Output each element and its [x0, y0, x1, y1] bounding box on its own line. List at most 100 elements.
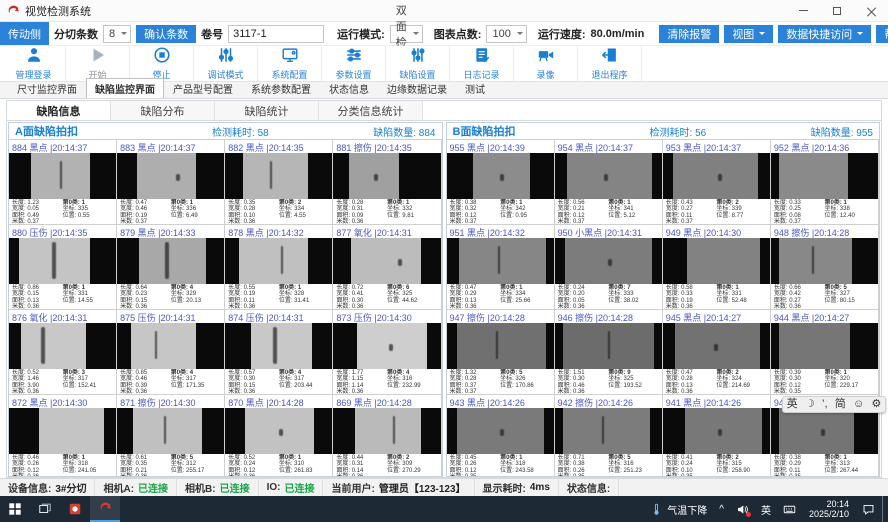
- defect-cell[interactable]: 952 黑点 |20:14:36长度: 0.33宽度: 0.25面积: 0.08…: [771, 140, 879, 225]
- defect-count: 缺陷数量: 884: [316, 124, 436, 139]
- defect-cell[interactable]: 877 氧化 |20:14:31长度: 0.72宽度: 0.41面积: 0.30…: [333, 225, 441, 310]
- roll-number-input[interactable]: [228, 25, 324, 43]
- ime-english-mode[interactable]: 英: [787, 397, 798, 412]
- defect-metrics-left: 长度: 0.56宽度: 0.21面积: 0.12米数: 0.37: [558, 200, 609, 223]
- defect-cell[interactable]: 941 黑点 |20:14:26长度: 0.41宽度: 0.24面积: 0.10…: [663, 395, 771, 477]
- view-menu-button[interactable]: 视图: [724, 25, 773, 43]
- tab-size-monitor[interactable]: 尺寸监控界面: [8, 78, 86, 98]
- slit-count-select[interactable]: 8: [103, 25, 131, 43]
- clear-alarm-button[interactable]: 清除报警: [659, 25, 719, 43]
- weather-widget[interactable]: 气温下降: [645, 496, 712, 522]
- start-button[interactable]: [0, 496, 30, 522]
- record-video-button[interactable]: 录像: [514, 46, 578, 81]
- tray-expand-button[interactable]: ^: [714, 496, 729, 522]
- taskbar-clock[interactable]: 20:14 2025/2/10: [803, 499, 855, 519]
- defect-cell[interactable]: 945 黑点 |20:14:27长度: 0.47宽度: 0.28面积: 0.13…: [663, 310, 771, 395]
- keyboard-button[interactable]: [778, 496, 801, 522]
- defect-cell[interactable]: 954 黑点 |20:14:37长度: 0.56宽度: 0.21面积: 0.12…: [555, 140, 663, 225]
- defect-cell[interactable]: 947 擦伤 |20:14:28长度: 1.32宽度: 0.28面积: 0.37…: [447, 310, 555, 395]
- defect-cell[interactable]: 883 黑点 |20:14:37长度: 0.47宽度: 0.46面积: 0.19…: [117, 140, 225, 225]
- defect-cell[interactable]: 873 压伤 |20:14:30长度: 1.77宽度: 1.15面积: 1.14…: [333, 310, 441, 395]
- defect-cell[interactable]: 880 压伤 |20:14:35长度: 0.86宽度: 0.15面积: 0.13…: [9, 225, 117, 310]
- defect-cell[interactable]: 951 黑点 |20:14:32长度: 0.47宽度: 0.29面积: 0.13…: [447, 225, 555, 310]
- volume-button[interactable]: [731, 496, 754, 522]
- defect-metrics-left: 长度: 0.47宽度: 0.29面积: 0.13米数: 0.36: [450, 285, 501, 308]
- data-quick-access-menu-button[interactable]: 数据快捷访问: [778, 25, 871, 43]
- tab-edge-data[interactable]: 边缘数据记录: [378, 78, 456, 98]
- taskbar-active-app[interactable]: [90, 496, 120, 522]
- defect-cell[interactable]: 869 黑点 |20:14:28长度: 0.44宽度: 0.31面积: 0.14…: [333, 395, 441, 477]
- debug-mode-button[interactable]: 调试模式: [194, 46, 258, 81]
- defect-cell[interactable]: 943 黑点 |20:14:26长度: 0.45宽度: 0.26面积: 0.12…: [447, 395, 555, 477]
- defect-mark: [500, 429, 504, 436]
- defect-cell[interactable]: 872 黑点 |20:14:30长度: 0.46宽度: 0.26面积: 0.12…: [9, 395, 117, 477]
- defect-cell[interactable]: 884 黑点 |20:14:37长度: 1.23宽度: 0.05面积: 0.49…: [9, 140, 117, 225]
- defect-cell[interactable]: 949 黑点 |20:14:30长度: 0.58宽度: 0.33面积: 0.19…: [663, 225, 771, 310]
- defect-settings-button[interactable]: 缺陷设置: [386, 46, 450, 81]
- exit-program-button[interactable]: 退出程序: [578, 46, 642, 81]
- defect-caption: 942 擦伤 |20:14:26: [555, 395, 662, 408]
- ime-simplified-mode[interactable]: 简: [835, 397, 846, 412]
- tab-status-info[interactable]: 状态信息: [320, 78, 378, 98]
- defect-cell[interactable]: 881 擦伤 |20:14:35长度: 0.28宽度: 0.31面积: 0.09…: [333, 140, 441, 225]
- image-dark-edge: [852, 238, 878, 284]
- tab-test[interactable]: 测试: [456, 78, 494, 98]
- defect-cell[interactable]: 955 黑点 |20:14:39长度: 0.38宽度: 0.32面积: 0.12…: [447, 140, 555, 225]
- defect-cell[interactable]: 876 氧化 |20:14:31长度: 0.52宽度: 1.46面积: 3.90…: [9, 310, 117, 395]
- defect-info: 长度: 0.38宽度: 0.29面积: 0.11米数: 0.35第0类: 1坐标…: [771, 454, 878, 477]
- subtab-defect-distribution[interactable]: 缺陷分布: [111, 101, 215, 120]
- action-center-button[interactable]: [857, 496, 880, 522]
- defect-image: [9, 153, 116, 199]
- minimize-button[interactable]: [786, 0, 820, 21]
- defect-cell[interactable]: 878 黑点 |20:14:32长度: 0.55宽度: 0.19面积: 0.11…: [225, 225, 333, 310]
- drive-side-button[interactable]: 传动侧: [0, 22, 49, 45]
- defect-metrics-right: 第0类: 1坐标: 334位置: 25.66: [500, 285, 551, 308]
- maximize-button[interactable]: [820, 0, 854, 21]
- log-record-button[interactable]: 日志记录: [450, 46, 514, 81]
- metric-row: 位置: 31.41: [279, 298, 330, 304]
- image-dark-edge: [654, 323, 662, 369]
- defect-metrics-right: 第0类: 6坐标: 325位置: 44.62: [387, 285, 438, 308]
- ime-settings-icon[interactable]: ⚙: [871, 397, 881, 412]
- defect-cell[interactable]: 874 压伤 |20:14:31长度: 0.57宽度: 0.30面积: 0.15…: [225, 310, 333, 395]
- defect-cell[interactable]: 870 黑点 |20:14:28长度: 0.52宽度: 0.24面积: 0.12…: [225, 395, 333, 477]
- help-menu-button[interactable]: 帮助: [876, 25, 888, 43]
- defect-cell[interactable]: 875 压伤 |20:14:31长度: 0.85宽度: 0.46面积: 0.39…: [117, 310, 225, 395]
- start-button[interactable]: 开始: [66, 46, 130, 81]
- stop-button[interactable]: 停止: [130, 46, 194, 81]
- tab-product-config[interactable]: 产品型号配置: [164, 78, 242, 98]
- defect-cell[interactable]: 953 黑点 |20:14:37长度: 0.43宽度: 0.27面积: 0.11…: [663, 140, 771, 225]
- language-indicator[interactable]: 英: [756, 496, 776, 522]
- defect-cell[interactable]: 948 擦伤 |20:14:28长度: 0.66宽度: 0.42面积: 0.27…: [771, 225, 879, 310]
- defect-cell[interactable]: 946 擦伤 |20:14:28长度: 1.51宽度: 0.30面积: 0.46…: [555, 310, 663, 395]
- defect-cell[interactable]: 879 黑点 |20:14:33长度: 0.64宽度: 0.23面积: 0.15…: [117, 225, 225, 310]
- subtab-defect-info[interactable]: 缺陷信息: [7, 101, 111, 120]
- defect-cell[interactable]: 942 擦伤 |20:14:26长度: 0.71宽度: 0.38面积: 0.26…: [555, 395, 663, 477]
- defect-cell[interactable]: 950 小黑点 |20:14:31长度: 0.24宽度: 0.20面积: 0.0…: [555, 225, 663, 310]
- task-view-button[interactable]: [30, 496, 60, 522]
- tab-system-params[interactable]: 系统参数配置: [242, 78, 320, 98]
- run-mode-select[interactable]: 双面检测: [390, 25, 423, 43]
- ime-emoji-icon[interactable]: ☺: [853, 397, 864, 412]
- image-dark-edge: [555, 408, 563, 454]
- subtab-class-stats[interactable]: 分类信息统计: [319, 101, 423, 120]
- defect-cell[interactable]: 882 黑点 |20:14:35长度: 0.35宽度: 0.28面积: 0.10…: [225, 140, 333, 225]
- defect-metrics-right: 第0类: 7坐标: 333位置: 38.02: [608, 285, 659, 308]
- show-desktop-button[interactable]: [882, 496, 886, 522]
- confirm-count-button[interactable]: 确认条数: [136, 25, 196, 43]
- ime-night-mode-icon[interactable]: ☽: [805, 397, 815, 412]
- param-settings-button[interactable]: 参数设置: [322, 46, 386, 81]
- defect-cell[interactable]: 871 擦伤 |20:14:30长度: 0.61宽度: 0.35面积: 0.21…: [117, 395, 225, 477]
- tab-defect-monitor[interactable]: 缺陷监控界面: [86, 78, 164, 98]
- close-button[interactable]: [854, 0, 888, 21]
- ime-punctuation-icon[interactable]: ’,: [822, 397, 828, 412]
- defect-cell[interactable]: 944 黑点 |20:14:27长度: 0.39宽度: 0.30面积: 0.12…: [771, 310, 879, 395]
- subtab-defect-stats[interactable]: 缺陷统计: [215, 101, 319, 120]
- chart-points-select[interactable]: 100: [486, 25, 526, 43]
- system-config-button[interactable]: 系统配置: [258, 46, 322, 81]
- defect-metrics-right: 第0类: 2坐标: 324位置: 214.69: [716, 370, 767, 393]
- taskbar-app-red[interactable]: [60, 496, 90, 522]
- defect-metrics-left: 长度: 0.72宽度: 0.41面积: 0.30米数: 0.36: [336, 285, 387, 308]
- image-dark-edge: [652, 238, 662, 284]
- admin-login-button[interactable]: 管理登录: [2, 46, 66, 81]
